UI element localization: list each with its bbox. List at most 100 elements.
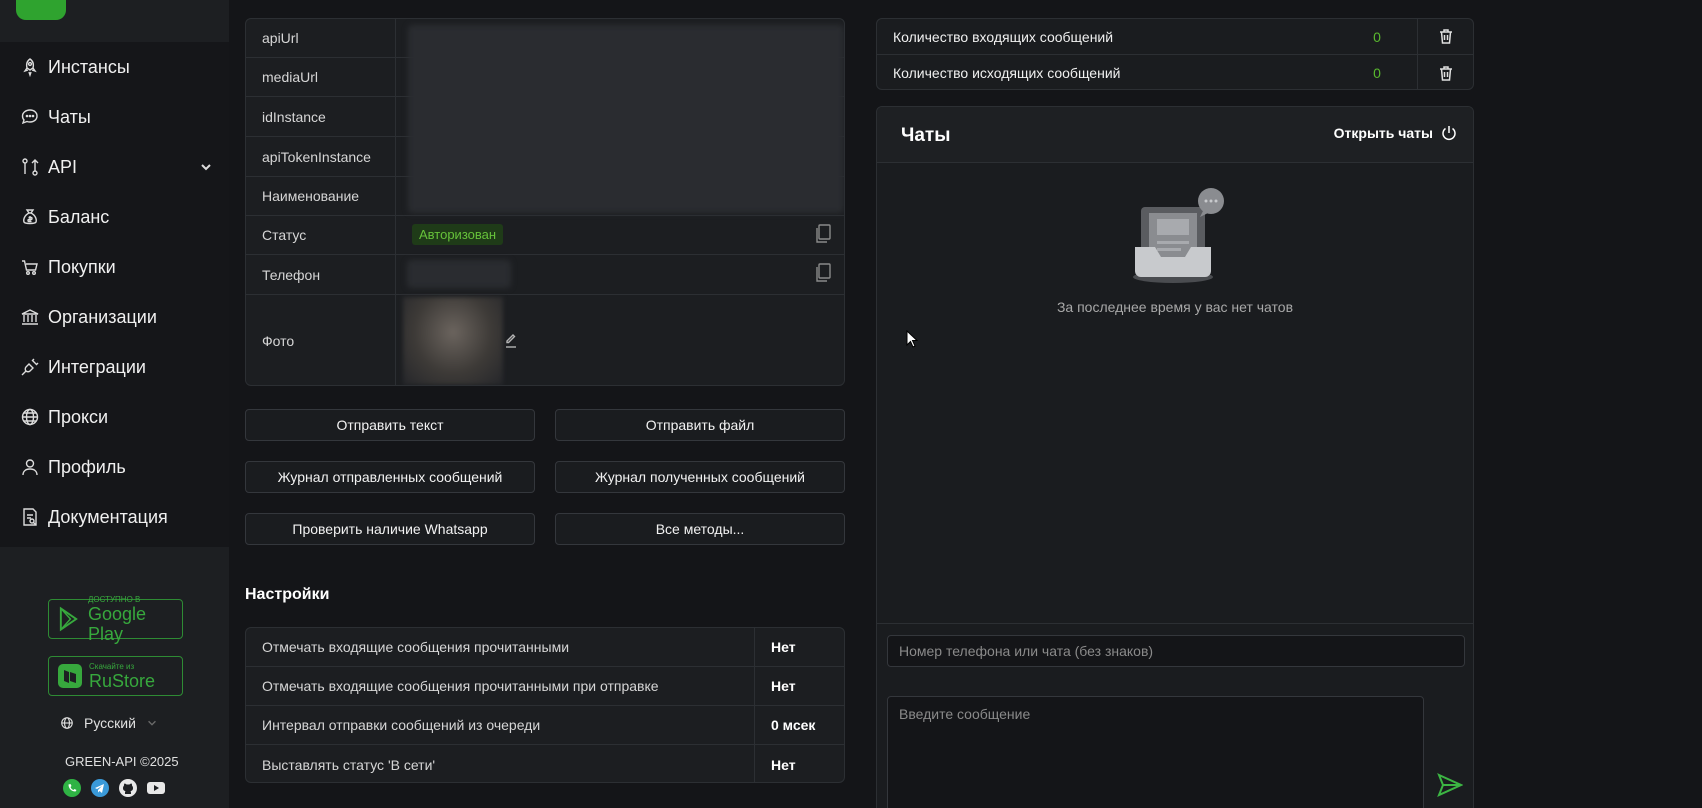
info-row-photo: Фото [246, 295, 844, 385]
clear-incoming-button[interactable] [1417, 19, 1473, 54]
sidebar-item-label: Прокси [48, 406, 109, 427]
chat-composer [877, 623, 1473, 808]
settings-value: Нет [771, 756, 796, 773]
empty-inbox-icon [1133, 188, 1224, 283]
instance-info-table: apiUrl mediaUrl idInstance apiTokenInsta… [245, 18, 845, 386]
language-label: Русский [84, 715, 136, 731]
github-icon[interactable] [118, 778, 138, 798]
send-icon[interactable] [1437, 772, 1463, 798]
sidebar-item-label: API [48, 156, 78, 177]
sidebar-item-instances[interactable]: Инстансы [0, 42, 229, 92]
received-log-button[interactable]: Журнал полученных сообщений [555, 461, 845, 493]
settings-row[interactable]: Отмечать входящие сообщения прочитанными… [246, 628, 844, 667]
send-file-button[interactable]: Отправить файл [555, 409, 845, 441]
settings-label: Отмечать входящие сообщения прочитанными [246, 628, 755, 666]
sidebar-item-label: Документация [48, 506, 168, 527]
google-play-caption: ДОСТУПНО В [87, 594, 141, 604]
money-bag-icon [23, 209, 37, 225]
sidebar-item-balance[interactable]: Баланс [0, 192, 229, 242]
message-counters: Количество входящих сообщений 0 Количест… [876, 18, 1474, 90]
chat-icon [21, 109, 38, 125]
rustore-badge[interactable]: Скачайте из RuStore [48, 656, 183, 696]
sidebar-item-organizations[interactable]: Организации [0, 292, 229, 342]
settings-title: Настройки [245, 586, 330, 603]
info-key: apiTokenInstance [246, 137, 396, 176]
sidebar-nav: Инстансы Чаты API Баланс Покупки Организ… [0, 42, 229, 547]
rustore-title: RuStore [89, 670, 156, 691]
incoming-counter-value: 0 [1373, 28, 1381, 45]
incoming-counter-row: Количество входящих сообщений 0 [877, 19, 1473, 55]
copy-icon[interactable] [814, 224, 832, 244]
edit-icon[interactable] [505, 331, 517, 349]
settings-table: Отмечать входящие сообщения прочитанными… [245, 627, 845, 783]
sidebar-item-label: Инстансы [48, 56, 130, 77]
trash-icon [1439, 65, 1452, 81]
all-methods-button[interactable]: Все методы... [555, 513, 845, 545]
sidebar-item-chats[interactable]: Чаты [0, 92, 229, 142]
phone-input[interactable] [887, 635, 1465, 667]
chats-header: Чаты Открыть чаты [877, 107, 1473, 163]
info-key: Телефон [246, 255, 396, 294]
chevron-down-icon [148, 720, 156, 726]
settings-row[interactable]: Выставлять статус 'В сети' Нет [246, 745, 844, 782]
power-icon [1442, 126, 1456, 141]
sidebar-item-label: Чаты [48, 106, 91, 127]
google-play-icon [59, 606, 78, 632]
sidebar-item-integrations[interactable]: Интеграции [0, 342, 229, 392]
sidebar: Инстансы Чаты API Баланс Покупки Организ… [0, 0, 229, 808]
rocket-icon [23, 58, 37, 77]
info-row-phone: Телефон [246, 255, 844, 295]
google-play-badge[interactable]: ДОСТУПНО В Google Play [48, 595, 183, 644]
info-key: Статус [246, 216, 396, 254]
youtube-icon[interactable] [146, 778, 166, 798]
info-key: apiUrl [246, 19, 396, 57]
settings-label: Выставлять статус 'В сети' [246, 745, 755, 782]
sidebar-item-purchases[interactable]: Покупки [0, 242, 229, 292]
sidebar-item-proxy[interactable]: Прокси [0, 392, 229, 442]
copyright: GREEN-API ©2025 [65, 754, 179, 769]
whatsapp-icon[interactable] [62, 778, 82, 798]
rustore-caption: Скачайте из [89, 661, 135, 671]
incoming-counter-label: Количество входящих сообщений [893, 28, 1114, 45]
outgoing-counter-label: Количество исходящих сообщений [893, 65, 1121, 81]
bank-icon [21, 309, 39, 325]
sidebar-item-label: Интеграции [48, 356, 146, 377]
redacted-phone [407, 260, 511, 288]
sidebar-item-profile[interactable]: Профиль [0, 442, 229, 492]
document-icon [23, 508, 37, 526]
status-badge: Авторизован [412, 224, 504, 245]
green-api-logo[interactable] [16, 0, 66, 20]
info-key: mediaUrl [246, 58, 396, 96]
sidebar-item-label: Покупки [48, 256, 116, 277]
sidebar-item-label: Баланс [48, 206, 110, 227]
copy-icon[interactable] [814, 263, 832, 283]
check-whatsapp-button[interactable]: Проверить наличие Whatsapp [245, 513, 535, 545]
message-input[interactable] [887, 696, 1424, 808]
user-icon [22, 459, 38, 476]
info-row-status: Статус Авторизован [246, 216, 844, 255]
chats-title: Чаты [901, 125, 951, 146]
profile-photo [403, 297, 503, 385]
api-icon [22, 158, 39, 176]
send-text-button[interactable]: Отправить текст [245, 409, 535, 441]
globe-icon [21, 408, 39, 426]
telegram-icon[interactable] [90, 778, 110, 798]
settings-row[interactable]: Отмечать входящие сообщения прочитанными… [246, 667, 844, 706]
globe-icon [61, 717, 73, 729]
redacted-values [408, 25, 844, 213]
open-chats-button[interactable]: Открыть чаты [1334, 125, 1457, 141]
google-play-title: Google Play [87, 603, 146, 644]
language-selector[interactable]: Русский [60, 715, 158, 731]
chevron-down-icon[interactable] [199, 160, 213, 174]
sidebar-item-api[interactable]: API [0, 142, 229, 192]
settings-value: Нет [771, 678, 796, 694]
sidebar-item-documentation[interactable]: Документация [0, 492, 229, 542]
mouse-cursor-icon [906, 330, 918, 348]
settings-label: Интервал отправки сообщений из очереди [246, 706, 755, 744]
info-key: idInstance [246, 97, 396, 136]
settings-row[interactable]: Интервал отправки сообщений из очереди 0… [246, 706, 844, 745]
sent-log-button[interactable]: Журнал отправленных сообщений [245, 461, 535, 493]
outgoing-counter-row: Количество исходящих сообщений 0 [877, 55, 1473, 89]
chats-panel: Чаты Открыть чаты За последнее время у в… [876, 106, 1474, 808]
clear-outgoing-button[interactable] [1417, 55, 1473, 89]
